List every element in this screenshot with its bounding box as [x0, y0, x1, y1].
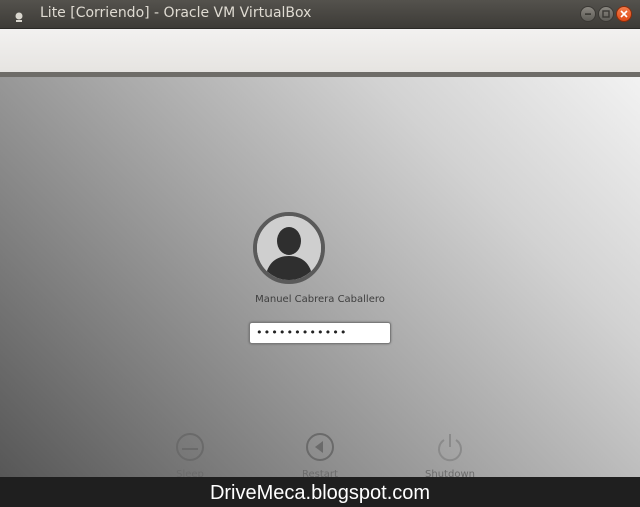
window-title: Lite [Corriendo] - Oracle VM VirtualBox	[40, 5, 312, 21]
username-label: Manuel Cabrera Caballero	[255, 294, 385, 305]
restart-button[interactable]: Restart	[285, 431, 355, 480]
close-icon	[620, 10, 628, 18]
power-icon	[438, 434, 462, 462]
maximize-icon	[602, 10, 610, 18]
close-button[interactable]	[616, 6, 632, 22]
restart-icon	[306, 433, 334, 461]
watermark-text: DriveMeca.blogspot.com	[209, 482, 431, 504]
minimize-icon	[585, 13, 591, 15]
sleep-icon	[176, 433, 204, 461]
title-bar[interactable]: Lite [Corriendo] - Oracle VM VirtualBox	[0, 0, 640, 29]
user-avatar[interactable]	[253, 212, 325, 284]
sleep-button[interactable]: Sleep	[155, 431, 225, 480]
user-silhouette-icon	[257, 216, 321, 280]
password-field[interactable]: ••••••••••••	[249, 322, 391, 344]
maximize-button[interactable]	[598, 6, 614, 22]
vm-screen[interactable]: Manuel Cabrera Caballero •••••••••••• Sl…	[0, 77, 640, 507]
virtualbox-window: Lite [Corriendo] - Oracle VM VirtualBox	[0, 0, 640, 507]
shutdown-button[interactable]: Shutdown	[415, 431, 485, 480]
app-menu-icon[interactable]	[13, 8, 25, 22]
menu-toolbar-area	[0, 29, 640, 73]
minimize-button[interactable]	[580, 6, 596, 22]
